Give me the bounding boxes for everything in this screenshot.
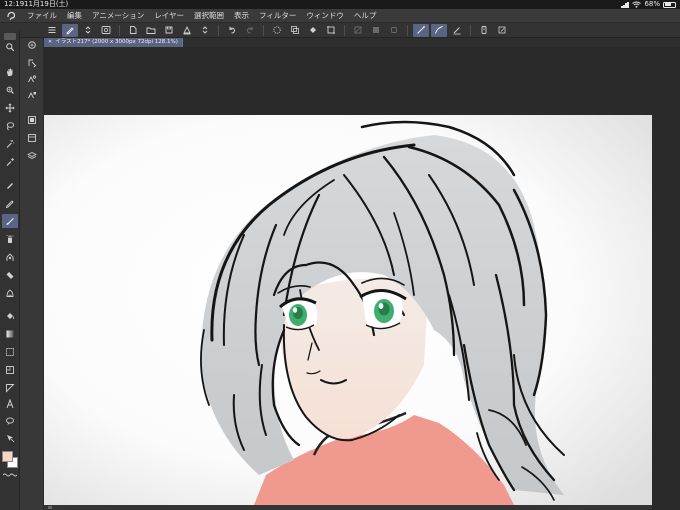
pen-tool-icon[interactable]	[2, 178, 18, 192]
document-tab[interactable]: ✕ イラスト217* (2000 x 3000px 72dpi 128.1%)	[44, 38, 183, 47]
menu-help[interactable]: ヘルプ	[349, 10, 382, 21]
drawing-canvas[interactable]	[44, 115, 652, 505]
move-icon[interactable]	[2, 101, 18, 115]
hamburger-menu-icon[interactable]	[44, 24, 60, 37]
fill-tool-icon[interactable]	[2, 309, 18, 323]
menu-bar: ファイル 編集 アニメーション レイヤー 選択範囲 表示 フィルター ウィンドウ…	[0, 9, 680, 23]
separator	[119, 24, 120, 36]
separator	[344, 24, 345, 36]
pen-mode-icon[interactable]	[62, 23, 78, 37]
app-logo-icon[interactable]	[0, 9, 22, 23]
balloon-icon[interactable]	[2, 414, 18, 428]
separator	[263, 24, 264, 36]
fill-bucket-icon[interactable]	[305, 24, 321, 37]
command-bar	[0, 23, 680, 38]
sub-tool-strip	[20, 38, 44, 510]
signal-icon	[621, 1, 629, 8]
transparent-color-icon[interactable]	[3, 473, 17, 477]
stabilizer-curve-icon[interactable]	[431, 23, 447, 37]
ruler-tool-icon[interactable]	[2, 363, 18, 377]
magic-wand-icon[interactable]	[2, 137, 18, 151]
eyedropper-icon[interactable]	[2, 155, 18, 169]
status-date: 11月19日(土)	[24, 0, 69, 8]
snap-icon[interactable]	[449, 24, 465, 37]
edit-note-icon[interactable]	[494, 24, 510, 37]
copy-icon[interactable]	[287, 24, 303, 37]
scrollbar-thumb[interactable]	[48, 506, 52, 509]
menu-selection[interactable]: 選択範囲	[189, 10, 229, 21]
foreground-color-swatch[interactable]	[2, 451, 13, 462]
device-icon[interactable]	[476, 24, 492, 37]
wifi-icon	[632, 1, 642, 8]
layers-stack-icon[interactable]	[24, 149, 40, 163]
decoration-icon[interactable]	[2, 250, 18, 264]
material-icon[interactable]	[24, 131, 40, 145]
battery-icon	[663, 1, 676, 8]
lasso-icon[interactable]	[2, 119, 18, 133]
horizontal-scrollbar[interactable]	[44, 505, 652, 510]
eraser-icon[interactable]	[2, 268, 18, 282]
hand-icon[interactable]	[2, 65, 18, 79]
deselect-icon[interactable]	[350, 24, 366, 37]
correct-line-icon[interactable]	[2, 431, 18, 445]
selection-layer-icon[interactable]	[386, 24, 402, 37]
menu-layer[interactable]: レイヤー	[149, 10, 189, 21]
text-tool-icon[interactable]	[2, 397, 18, 411]
color-set-icon[interactable]	[24, 88, 40, 102]
zoom-view-icon[interactable]	[24, 38, 40, 52]
save-icon[interactable]	[161, 24, 177, 37]
settings-circle-icon[interactable]	[98, 24, 114, 37]
menu-file[interactable]: ファイル	[22, 10, 62, 21]
separator	[407, 24, 408, 36]
undo-icon[interactable]	[224, 24, 240, 37]
magnifier-icon[interactable]	[2, 40, 18, 54]
export-icon[interactable]	[179, 24, 195, 37]
layer-search-icon[interactable]	[24, 72, 40, 86]
frame-border-icon[interactable]	[2, 345, 18, 359]
invert-selection-icon[interactable]	[368, 24, 384, 37]
menu-filter[interactable]: フィルター	[254, 10, 301, 21]
open-folder-icon[interactable]	[143, 24, 159, 37]
separator	[218, 24, 219, 36]
stabilizer-line-icon[interactable]	[413, 23, 429, 37]
navigator-icon[interactable]	[24, 113, 40, 127]
canvas-workspace[interactable]	[44, 47, 680, 510]
close-tab-icon[interactable]: ✕	[48, 39, 52, 45]
redo-icon[interactable]	[242, 24, 258, 37]
blend-icon[interactable]	[2, 286, 18, 300]
new-canvas-icon[interactable]	[125, 24, 141, 37]
stepper-icon[interactable]	[80, 24, 96, 37]
battery-percent: 68%	[644, 0, 660, 8]
palette-menu-button[interactable]	[4, 33, 16, 40]
separator	[470, 24, 471, 36]
document-tab-title: イラスト217* (2000 x 3000px 72dpi 128.1%)	[55, 39, 178, 45]
layer-property-icon[interactable]	[24, 56, 40, 70]
status-bar: 12:19 11月19日(土) 68%	[0, 0, 680, 9]
airbrush-icon[interactable]	[2, 232, 18, 246]
gradient-icon[interactable]	[2, 327, 18, 341]
document-tab-bar: ✕ イラスト217* (2000 x 3000px 72dpi 128.1%)	[44, 38, 680, 47]
menu-animation[interactable]: アニメーション	[87, 10, 149, 21]
transform-icon[interactable]	[323, 24, 339, 37]
color-selector[interactable]	[2, 451, 18, 469]
clear-selection-icon[interactable]	[269, 24, 285, 37]
menu-window[interactable]: ウィンドウ	[301, 10, 349, 21]
rotate-view-icon[interactable]	[2, 83, 18, 97]
menu-edit[interactable]: 編集	[62, 10, 87, 21]
status-right: 68%	[621, 0, 676, 9]
figure-ruler-icon[interactable]	[2, 381, 18, 395]
illustration	[44, 115, 652, 505]
dropdown-stepper-icon[interactable]	[197, 24, 213, 37]
tool-palette	[0, 31, 20, 510]
menu-view[interactable]: 表示	[229, 10, 254, 21]
brush-tool-icon[interactable]	[2, 214, 18, 228]
pencil-tool-icon[interactable]	[2, 196, 18, 210]
